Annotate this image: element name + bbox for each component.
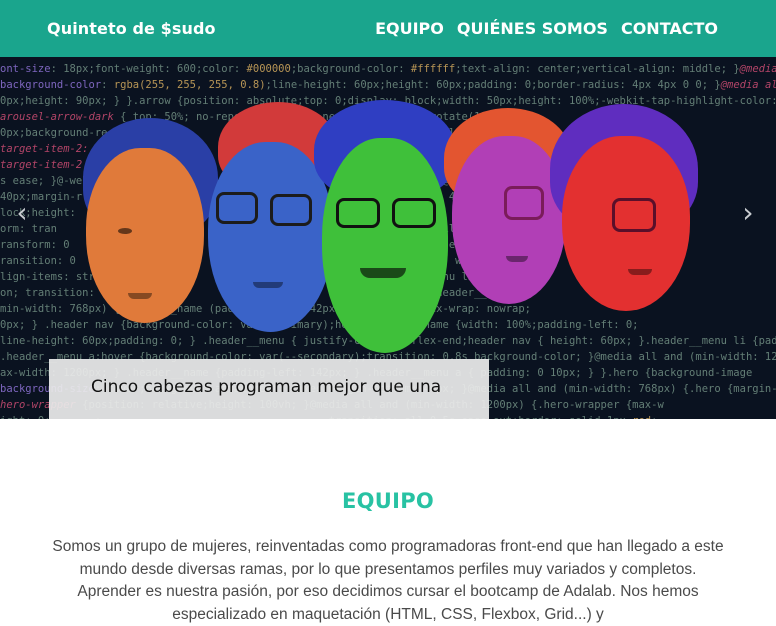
chevron-left-icon[interactable]: ‹ — [11, 199, 33, 227]
nav-link-equipo[interactable]: EQUIPO — [375, 19, 444, 38]
head-red — [550, 104, 698, 314]
nav-link-contacto[interactable]: CONTACTO — [621, 19, 718, 38]
nav-link-quienes-somos[interactable]: QUIÉNES SOMOS — [457, 19, 608, 38]
team-section: EQUIPO Somos un grupo de mujeres, reinve… — [0, 419, 776, 623]
head-orange — [78, 118, 218, 328]
team-title: EQUIPO — [341, 489, 435, 513]
main-nav: EQUIPO QUIÉNES SOMOS CONTACTO — [375, 19, 718, 38]
team-description: Somos un grupo de mujeres, reinventadas … — [52, 538, 724, 623]
chevron-right-icon[interactable]: › — [737, 199, 759, 227]
hero-caption: Cinco cabezas programan mejor que una — [49, 359, 489, 419]
team-heads-image — [78, 100, 698, 370]
site-header: Quinteto de $sudo EQUIPO QUIÉNES SOMOS C… — [0, 0, 776, 57]
hero-carousel: ont-size: 18px;font-weight: 600;color: #… — [0, 57, 776, 419]
head-green — [314, 100, 456, 360]
brand-logo[interactable]: Quinteto de $sudo — [47, 19, 216, 38]
